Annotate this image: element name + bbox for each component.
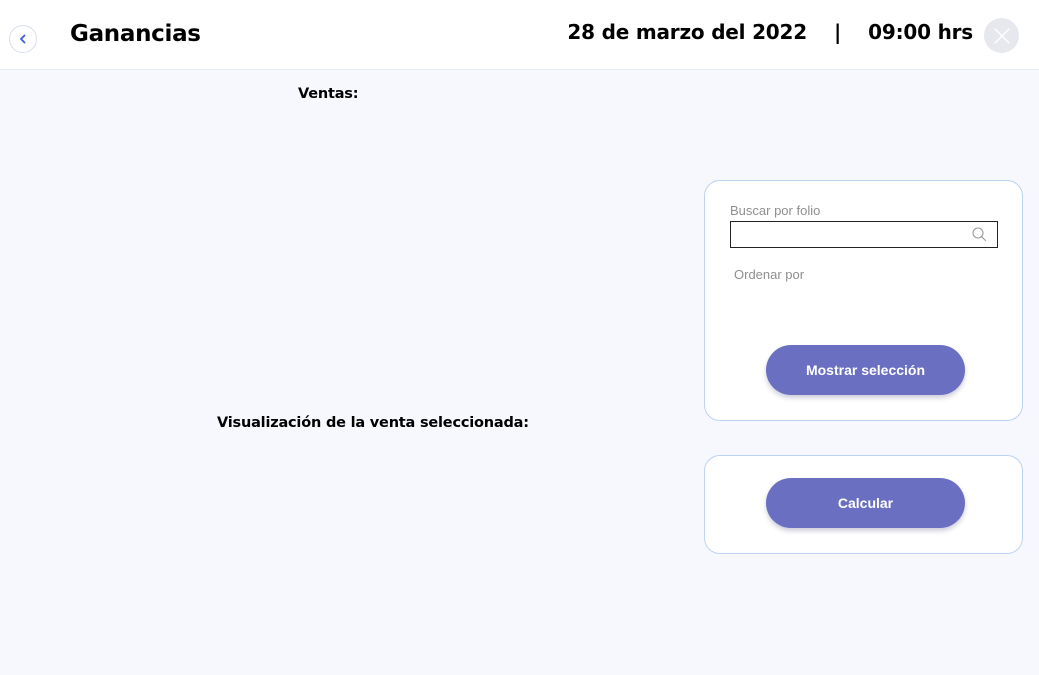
- chevron-left-icon: [20, 34, 26, 44]
- back-button[interactable]: [9, 25, 37, 53]
- search-box: [730, 221, 998, 248]
- sort-by-label[interactable]: Ordenar por: [734, 267, 804, 282]
- show-selection-button[interactable]: Mostrar selección: [766, 345, 965, 395]
- calculate-panel: Calcular: [704, 455, 1023, 554]
- close-button[interactable]: [984, 18, 1019, 53]
- date-time-display: 28 de marzo del 2022 | 09:00 hrs: [567, 20, 973, 44]
- filter-panel: Buscar por folio Ordenar por Mostrar sel…: [704, 180, 1023, 421]
- close-icon: [993, 27, 1010, 44]
- page-title: Ganancias: [70, 21, 201, 47]
- calculate-button[interactable]: Calcular: [766, 478, 965, 528]
- search-icon[interactable]: [971, 226, 987, 242]
- search-input[interactable]: [731, 222, 971, 246]
- selected-sale-visualization-label: Visualización de la venta seleccionada:: [217, 415, 529, 431]
- sales-section-label: Ventas:: [298, 86, 359, 102]
- app-header: Ganancias 28 de marzo del 2022 | 09:00 h…: [0, 0, 1039, 70]
- search-label: Buscar por folio: [730, 203, 821, 218]
